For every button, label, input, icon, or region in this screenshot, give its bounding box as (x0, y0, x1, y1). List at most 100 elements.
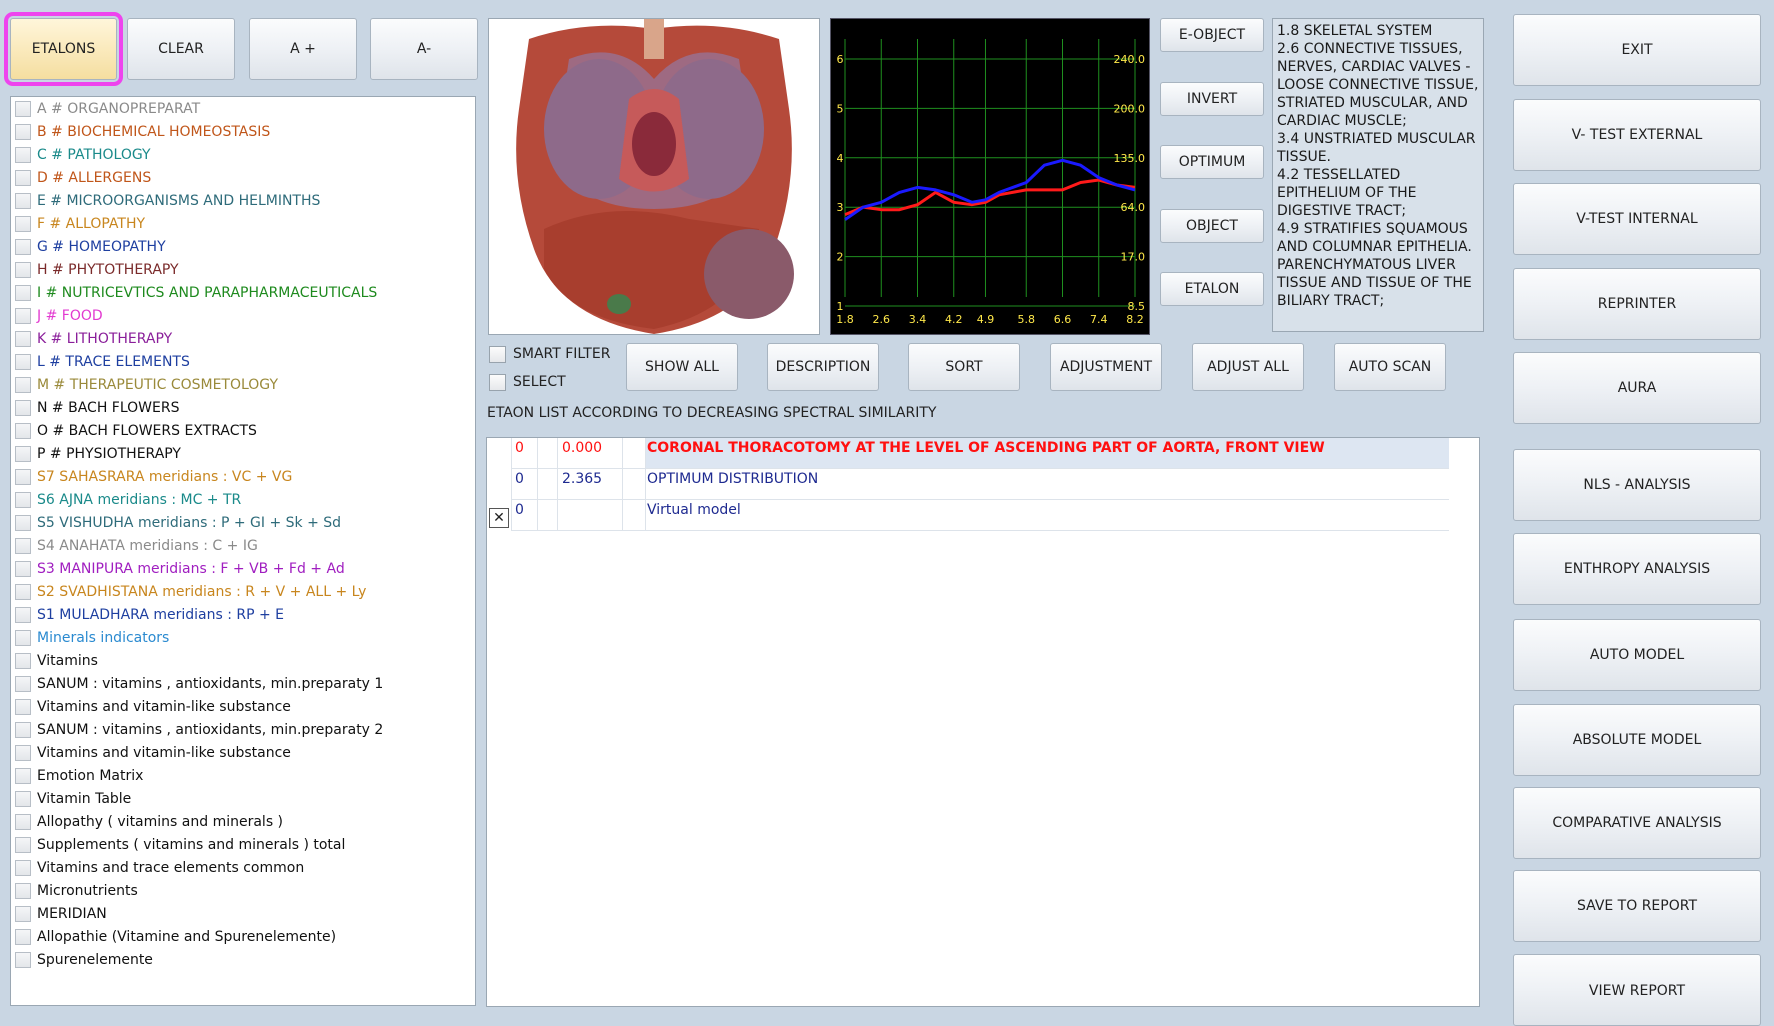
nls-analysis-button[interactable]: NLS - ANALYSIS (1513, 449, 1761, 521)
sort-button[interactable]: SORT (908, 343, 1020, 391)
category-item[interactable]: B # BIOCHEMICAL HOMEOSTASIS (11, 120, 471, 143)
category-item[interactable]: L # TRACE ELEMENTS (11, 350, 471, 373)
a-plus-button[interactable]: A + (249, 18, 357, 80)
view-report-button[interactable]: VIEW REPORT (1513, 954, 1761, 1026)
result-row[interactable]: 0 0.000 CORONAL THORACOTOMY AT THE LEVEL O… (487, 438, 1449, 469)
category-checkbox[interactable] (15, 767, 31, 784)
show-all-button[interactable]: SHOW ALL (626, 343, 738, 391)
category-item[interactable]: Emotion Matrix (11, 764, 471, 787)
category-checkbox[interactable] (15, 146, 31, 163)
category-item[interactable]: Micronutrients (11, 879, 471, 902)
category-checkbox[interactable] (15, 652, 31, 669)
category-item[interactable]: Allopathy ( vitamins and minerals ) (11, 810, 471, 833)
select-checkbox[interactable] (489, 374, 506, 391)
clear-button[interactable]: CLEAR (127, 18, 235, 80)
category-checkbox[interactable] (15, 491, 31, 508)
row-marker[interactable]: ✕ (489, 508, 509, 528)
category-checkbox[interactable] (15, 583, 31, 600)
category-item[interactable]: Vitamins and vitamin-like substance (11, 695, 471, 718)
category-item[interactable]: K # LITHOTHERAPY (11, 327, 471, 350)
description-button[interactable]: DESCRIPTION (767, 343, 879, 391)
invert-button[interactable]: INVERT (1160, 82, 1264, 116)
category-checkbox[interactable] (15, 928, 31, 945)
absolute-model-button[interactable]: ABSOLUTE MODEL (1513, 704, 1761, 776)
category-item[interactable]: I # NUTRICEVTICS AND PARAPHARMACEUTICALS (11, 281, 471, 304)
category-item[interactable]: Minerals indicators (11, 626, 471, 649)
category-checkbox[interactable] (15, 721, 31, 738)
category-checkbox[interactable] (15, 859, 31, 876)
category-item[interactable]: Vitamins (11, 649, 471, 672)
aura-button[interactable]: AURA (1513, 352, 1761, 424)
auto-scan-button[interactable]: AUTO SCAN (1334, 343, 1446, 391)
category-checkbox[interactable] (15, 169, 31, 186)
category-item[interactable]: SANUM : vitamins , antioxidants, min.pre… (11, 718, 471, 741)
category-checkbox[interactable] (15, 123, 31, 140)
category-item[interactable]: H # PHYTOTHERAPY (11, 258, 471, 281)
enthropy-analysis-button[interactable]: ENTHROPY ANALYSIS (1513, 533, 1761, 605)
category-item[interactable]: Supplements ( vitamins and minerals ) to… (11, 833, 471, 856)
category-item[interactable]: C # PATHOLOGY (11, 143, 471, 166)
category-item[interactable]: O # BACH FLOWERS EXTRACTS (11, 419, 471, 442)
object-button[interactable]: OBJECT (1160, 209, 1264, 243)
category-item[interactable]: Vitamins and vitamin-like substance (11, 741, 471, 764)
result-row[interactable]: ✕ 0 Virtual model (487, 500, 1449, 531)
category-checkbox[interactable] (15, 882, 31, 899)
category-checkbox[interactable] (15, 353, 31, 370)
etalon-button[interactable]: ETALON (1160, 272, 1264, 306)
category-checkbox[interactable] (15, 215, 31, 232)
category-checkbox[interactable] (15, 445, 31, 462)
category-checkbox[interactable] (15, 537, 31, 554)
category-item[interactable]: MERIDIAN (11, 902, 471, 925)
category-checkbox[interactable] (15, 836, 31, 853)
category-checkbox[interactable] (15, 744, 31, 761)
category-checkbox[interactable] (15, 238, 31, 255)
category-item[interactable]: S3 MANIPURA meridians : F + VB + Fd + Ad (11, 557, 471, 580)
category-checkbox[interactable] (15, 422, 31, 439)
category-checkbox[interactable] (15, 261, 31, 278)
category-checkbox[interactable] (15, 560, 31, 577)
category-checkbox[interactable] (15, 192, 31, 209)
category-item[interactable]: F # ALLOPATHY (11, 212, 471, 235)
category-checkbox[interactable] (15, 675, 31, 692)
category-item[interactable]: N # BACH FLOWERS (11, 396, 471, 419)
category-item[interactable]: S6 AJNA meridians : MC + TR (11, 488, 471, 511)
auto-model-button[interactable]: AUTO MODEL (1513, 619, 1761, 691)
category-item[interactable]: E # MICROORGANISMS AND HELMINTHS (11, 189, 471, 212)
category-checkbox[interactable] (15, 951, 31, 968)
category-checkbox[interactable] (15, 100, 31, 117)
adjust-all-button[interactable]: ADJUST ALL (1192, 343, 1304, 391)
reprinter-button[interactable]: REPRINTER (1513, 268, 1761, 340)
comparative-analysis-button[interactable]: COMPARATIVE ANALYSIS (1513, 787, 1761, 859)
category-checkbox[interactable] (15, 284, 31, 301)
category-checkbox[interactable] (15, 629, 31, 646)
category-checkbox[interactable] (15, 905, 31, 922)
category-checkbox[interactable] (15, 330, 31, 347)
category-checkbox[interactable] (15, 790, 31, 807)
v-test-internal-button[interactable]: V-TEST INTERNAL (1513, 183, 1761, 255)
category-item[interactable]: M # THERAPEUTIC COSMETOLOGY (11, 373, 471, 396)
adjustment-button[interactable]: ADJUSTMENT (1050, 343, 1162, 391)
etalon-category-list[interactable]: A # ORGANOPREPARAT B # BIOCHEMICAL HOMEOS… (10, 96, 476, 1006)
category-item[interactable]: S5 VISHUDHA meridians : P + GI + Sk + Sd (11, 511, 471, 534)
optimum-button[interactable]: OPTIMUM (1160, 145, 1264, 179)
category-item[interactable]: J # FOOD (11, 304, 471, 327)
category-item[interactable]: S4 ANAHATA meridians : C + IG (11, 534, 471, 557)
row-marker[interactable] (489, 477, 507, 495)
a-minus-button[interactable]: A- (370, 18, 478, 80)
category-item[interactable]: S7 SAHASRARA meridians : VC + VG (11, 465, 471, 488)
category-item[interactable]: SANUM : vitamins , antioxidants, min.pre… (11, 672, 471, 695)
category-item[interactable]: G # HOMEOPATHY (11, 235, 471, 258)
category-item[interactable]: A # ORGANOPREPARAT (11, 97, 471, 120)
category-item[interactable]: S2 SVADHISTANA meridians : R + V + ALL +… (11, 580, 471, 603)
e-object-button[interactable]: E-OBJECT (1160, 18, 1264, 52)
category-checkbox[interactable] (15, 376, 31, 393)
category-item[interactable]: D # ALLERGENS (11, 166, 471, 189)
category-item[interactable]: Vitamins and trace elements common (11, 856, 471, 879)
save-to-report-button[interactable]: SAVE TO REPORT (1513, 870, 1761, 942)
category-checkbox[interactable] (15, 399, 31, 416)
category-item[interactable]: Vitamin Table (11, 787, 471, 810)
category-item[interactable]: P # PHYSIOTHERAPY (11, 442, 471, 465)
exit-button[interactable]: EXIT (1513, 14, 1761, 86)
category-item[interactable]: S1 MULADHARA meridians : RP + E (11, 603, 471, 626)
v-test-external-button[interactable]: V- TEST EXTERNAL (1513, 99, 1761, 171)
